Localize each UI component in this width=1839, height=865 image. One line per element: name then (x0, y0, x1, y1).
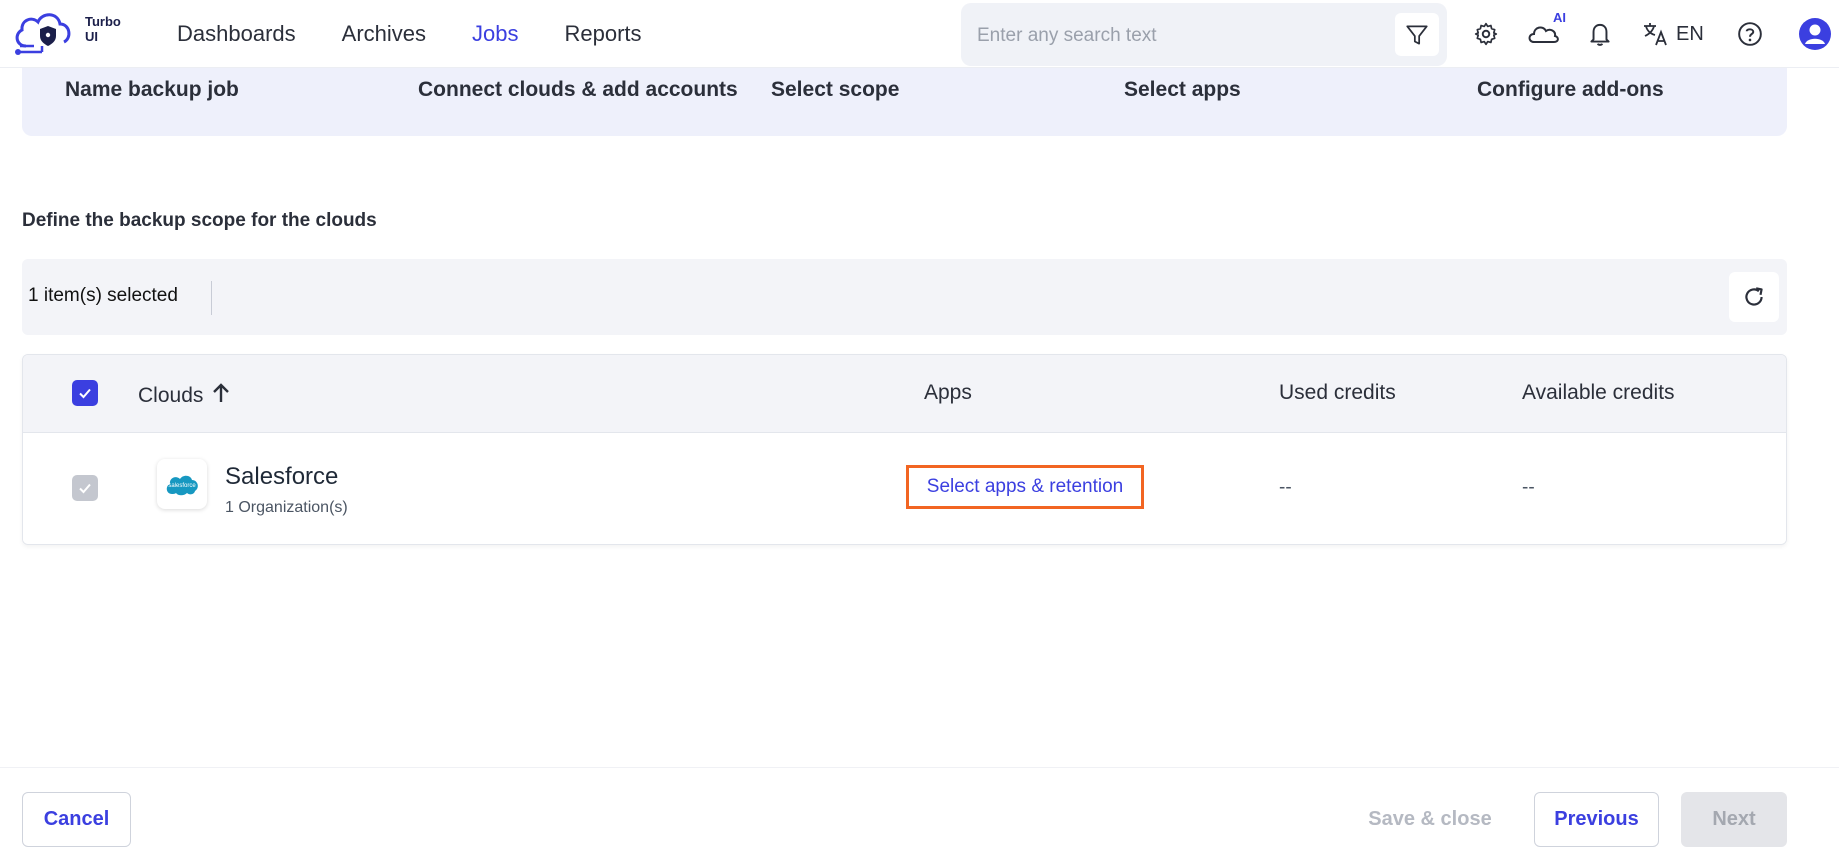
cloud-name: Salesforce (225, 463, 339, 490)
select-apps-retention-link[interactable]: Select apps & retention (927, 476, 1123, 498)
clouds-table: Clouds Apps Used credits Available credi… (22, 354, 1787, 545)
check-icon (79, 388, 91, 399)
step-select-apps[interactable]: Select apps (1124, 78, 1241, 102)
sort-arrow-up-icon (213, 383, 230, 402)
nav-jobs[interactable]: Jobs (472, 21, 518, 47)
salesforce-cloud-icon: salesforce (166, 475, 198, 496)
user-avatar[interactable] (1795, 14, 1835, 54)
step-name-backup-job[interactable]: Name backup job (65, 78, 239, 102)
step-connect-clouds[interactable]: Connect clouds & add accounts (418, 78, 738, 102)
wizard-steps: Name backup job Connect clouds & add acc… (22, 68, 1787, 136)
select-apps-highlight: Select apps & retention (906, 465, 1144, 509)
main-nav: Dashboards Archives Jobs Reports (177, 0, 688, 68)
gear-icon (1474, 22, 1498, 46)
selection-count: 1 item(s) selected (28, 285, 178, 306)
language-code: EN (1676, 22, 1704, 45)
filter-button[interactable] (1395, 13, 1439, 56)
previous-button[interactable]: Previous (1534, 792, 1659, 847)
check-icon (79, 483, 91, 494)
cancel-button[interactable]: Cancel (22, 792, 131, 847)
table-row: salesforce Salesforce 1 Organization(s) … (23, 433, 1786, 544)
search-box (961, 3, 1447, 66)
help-icon (1738, 22, 1762, 46)
save-close-button[interactable]: Save & close (1360, 792, 1500, 847)
cloud-shield-icon (15, 13, 71, 55)
table-header: Clouds Apps Used credits Available credi… (23, 355, 1786, 433)
filter-icon (1406, 24, 1428, 45)
brand-logo[interactable]: Turbo UI (12, 6, 132, 62)
nav-dashboards[interactable]: Dashboards (177, 21, 296, 47)
translate-icon (1644, 23, 1667, 46)
salesforce-logo: salesforce (157, 459, 207, 509)
cloud-subtitle: 1 Organization(s) (225, 499, 348, 516)
user-icon (1799, 18, 1831, 50)
next-button[interactable]: Next (1681, 792, 1787, 847)
used-credits-value: -- (1279, 477, 1292, 498)
step-select-scope[interactable]: Select scope (771, 78, 899, 102)
language-selector[interactable]: EN (1642, 14, 1704, 54)
column-used-credits: Used credits (1279, 381, 1396, 404)
nav-reports[interactable]: Reports (564, 21, 641, 47)
refresh-button[interactable] (1729, 272, 1779, 322)
column-clouds-label: Clouds (138, 384, 204, 407)
bell-icon (1590, 23, 1610, 46)
toolbar-divider (211, 281, 212, 315)
salesforce-logo-text: salesforce (168, 483, 196, 489)
selection-toolbar: 1 item(s) selected (22, 259, 1787, 335)
section-title: Define the backup scope for the clouds (22, 210, 377, 231)
nav-archives[interactable]: Archives (342, 21, 426, 47)
column-clouds[interactable]: Clouds (138, 381, 233, 408)
help-button[interactable] (1730, 14, 1770, 54)
wizard-footer: Cancel Save & close Previous Next (0, 767, 1839, 865)
column-available-credits: Available credits (1522, 381, 1675, 404)
top-header: Turbo UI Dashboards Archives Jobs Report… (0, 0, 1839, 68)
notifications-button[interactable] (1580, 14, 1620, 54)
settings-button[interactable] (1466, 14, 1506, 54)
available-credits-value: -- (1522, 477, 1535, 498)
brand-name: Turbo UI (85, 14, 121, 44)
select-all-checkbox[interactable] (72, 380, 98, 406)
row-checkbox[interactable] (72, 475, 98, 501)
search-input[interactable] (975, 21, 1359, 51)
step-configure-addons[interactable]: Configure add-ons (1477, 78, 1664, 102)
refresh-icon (1745, 287, 1763, 306)
ai-badge: AI (1553, 10, 1566, 25)
column-apps: Apps (924, 381, 972, 404)
